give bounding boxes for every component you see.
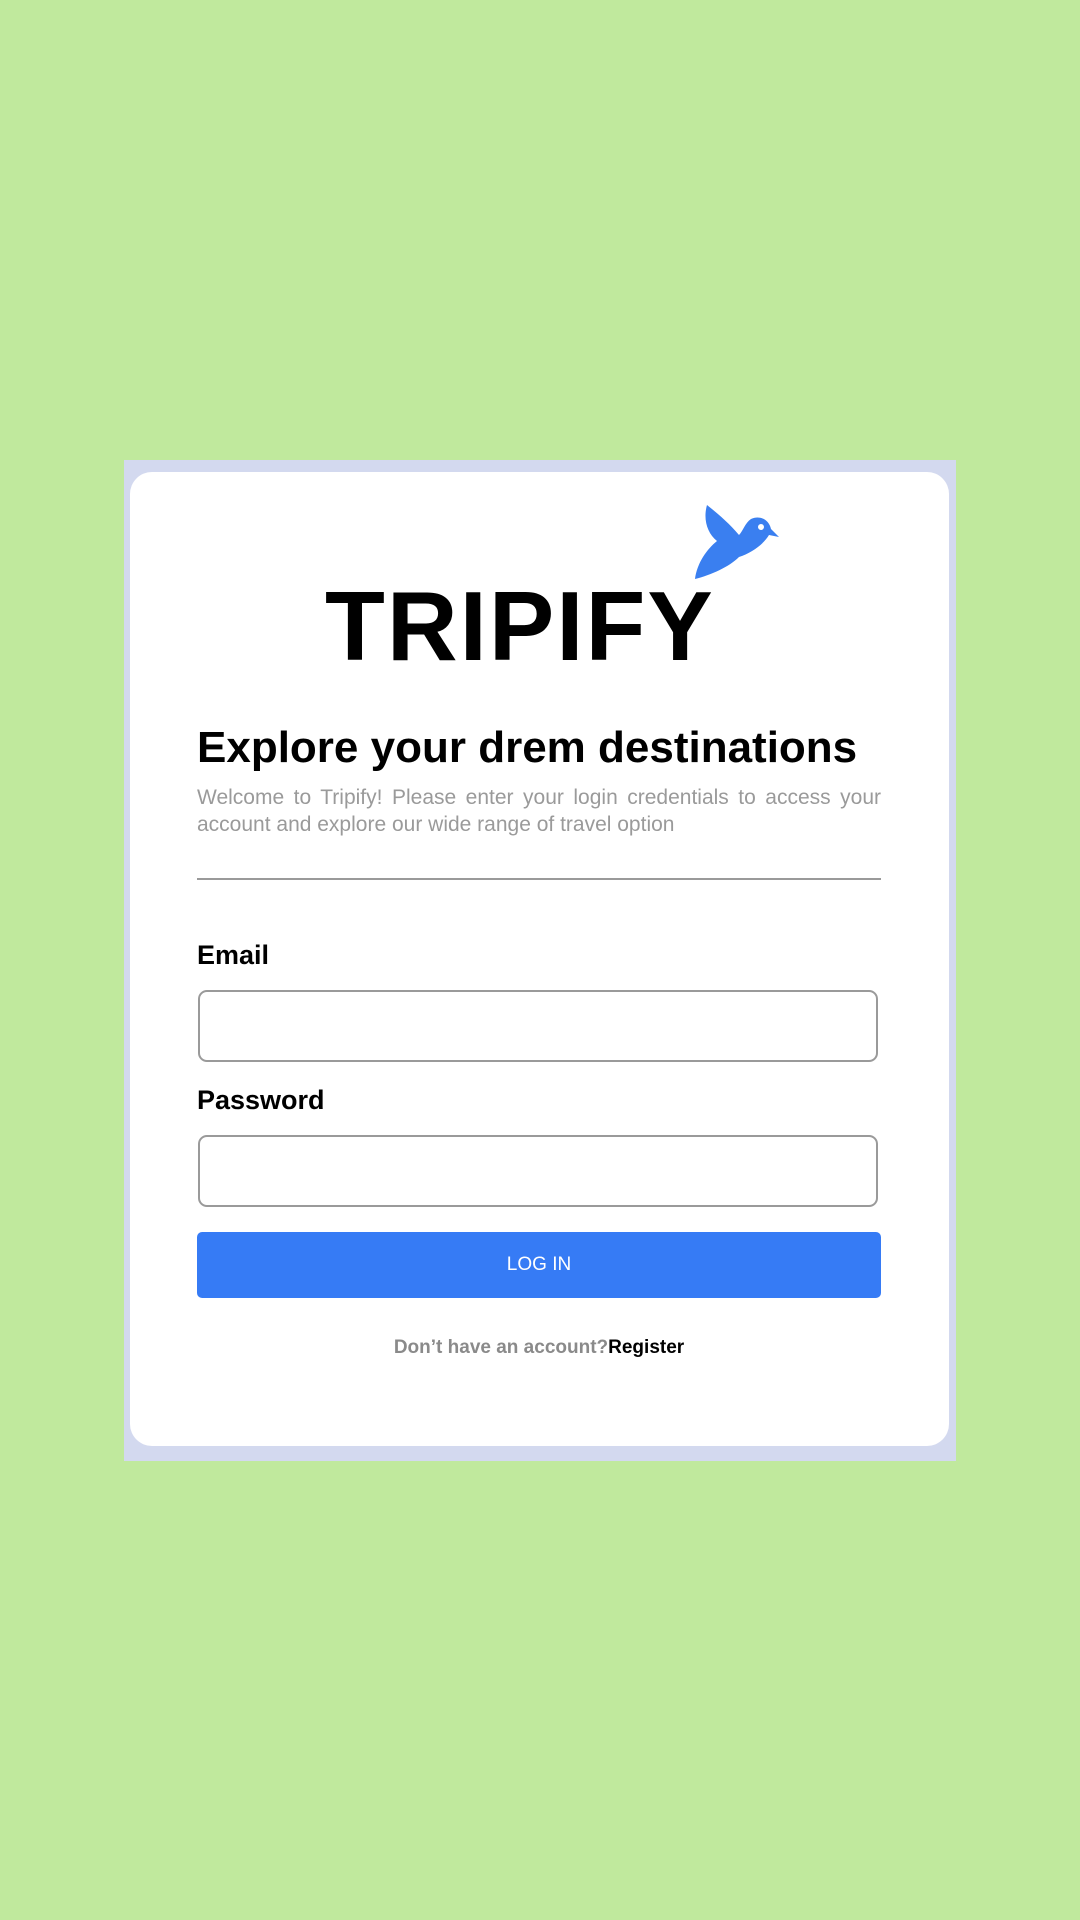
password-label: Password [197,1085,325,1115]
page-subtitle: Welcome to Tripify! Please enter your lo… [197,786,881,836]
page-title: Explore your drem destinations [197,723,858,772]
email-label: Email [197,940,270,970]
register-row: Don’t have an account?Register [197,1336,881,1360]
brand-logo: TRIPIFY [325,505,785,675]
register-link[interactable]: Register [608,1337,684,1358]
login-button[interactable]: LOG IN [197,1232,881,1298]
register-prompt: Don’t have an account? [393,1337,609,1358]
brand-name: TRIPIFY [325,571,715,681]
email-field[interactable] [198,990,878,1062]
divider [197,878,881,880]
password-field[interactable] [198,1135,878,1207]
